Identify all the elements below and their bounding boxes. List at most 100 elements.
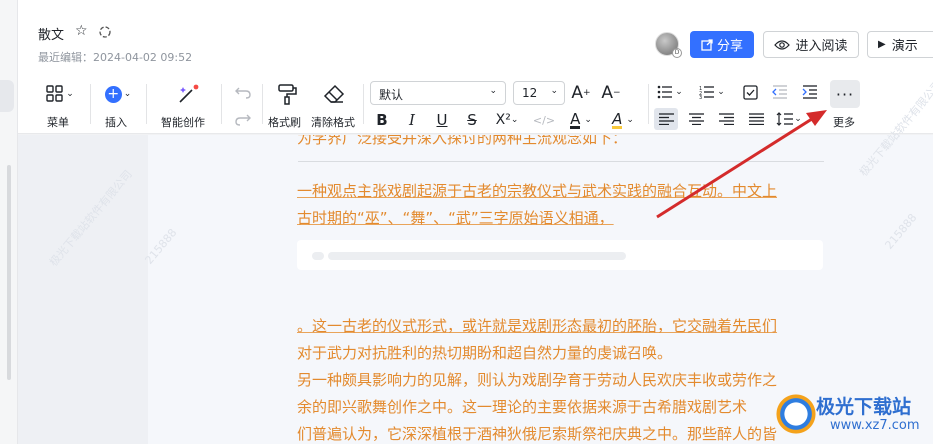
chevron-down-icon: ⌄ xyxy=(584,115,592,125)
checkbox-icon xyxy=(742,84,758,100)
left-sidebar-strip xyxy=(0,0,18,444)
loading-bar xyxy=(328,252,626,260)
chevron-down-icon: ⌄ xyxy=(550,86,558,96)
italic-button[interactable]: I xyxy=(404,110,420,130)
align-center-button[interactable] xyxy=(686,110,706,128)
undo-button[interactable] xyxy=(231,82,255,102)
align-center-icon xyxy=(688,113,704,125)
line-spacing-button[interactable]: ⌄ xyxy=(774,110,804,128)
paragraph-line[interactable]: 余的即兴歌舞创作之中。这一理论的主要依据来源于古希腊戏剧艺术 xyxy=(297,396,747,418)
chevron-down-icon: ⌄ xyxy=(675,87,683,97)
undo-icon xyxy=(235,87,251,99)
font-family-value: 默认 xyxy=(379,88,404,102)
align-right-button[interactable] xyxy=(716,110,736,128)
present-label: 演示 xyxy=(891,39,918,54)
underline-button[interactable]: U xyxy=(434,110,450,130)
site-logo-icon xyxy=(776,394,816,434)
outdent-button[interactable] xyxy=(770,82,790,102)
clear-format-label: 清除格式 xyxy=(311,116,355,129)
font-color-button[interactable]: A ⌄ xyxy=(564,110,598,130)
justify-button[interactable] xyxy=(746,110,766,128)
sidebar-scrollbar[interactable] xyxy=(7,165,11,380)
chevron-down-icon: ⌄ xyxy=(510,115,519,125)
redo-button[interactable] xyxy=(231,109,255,129)
justify-icon xyxy=(748,113,764,125)
inline-code-button[interactable]: </> xyxy=(532,110,556,130)
indent-button[interactable] xyxy=(800,82,820,102)
font-size-value: 12 xyxy=(522,86,538,100)
star-icon[interactable]: ☆ xyxy=(75,23,88,39)
more-label: 更多 xyxy=(833,116,855,129)
numbered-list-icon: 1 2 3 xyxy=(699,86,715,99)
eye-icon xyxy=(774,39,791,50)
loading-bar xyxy=(312,252,324,260)
paragraph-line[interactable]: 古时期的“巫”、“舞”、“武”三字原始语义相通， xyxy=(297,207,614,229)
chevron-down-icon: ⌄ xyxy=(794,114,802,124)
site-logo-name: 极光下载站 xyxy=(816,396,912,418)
last-edited-time: 最近编辑：2024-04-02 09:52 xyxy=(38,51,193,64)
toolbar-divider xyxy=(221,84,222,124)
menu-label: 菜单 xyxy=(47,116,69,129)
strikethrough-button[interactable]: S xyxy=(464,110,480,130)
bold-button[interactable]: B xyxy=(374,110,390,130)
highlight-button[interactable]: A ⌄ xyxy=(606,110,640,130)
ai-create-button[interactable] xyxy=(173,82,203,106)
outdent-icon xyxy=(772,85,787,99)
menu-button[interactable]: ⌄ xyxy=(42,82,78,106)
share-label: 分享 xyxy=(716,39,743,54)
indent-icon xyxy=(802,85,817,99)
numbered-list-button[interactable]: 1 2 3 ⌄ xyxy=(698,82,726,102)
font-size-select[interactable]: 12 ⌄ xyxy=(513,81,565,105)
paragraph-line[interactable]: 对于武力对抗胜利的热切期盼和超自然力量的虔诚召唤。 xyxy=(297,342,672,364)
paragraph-line[interactable]: 们普遍认为，它深深植根于酒神狄俄尼索斯祭祀庆典之中。那些醉人的皆 xyxy=(297,423,777,444)
editor-toolbar: ⌄ 菜单 + ⌄ 插入 智能创作 格式刷 清除格式 默认 ⌄ 12 ⌄ A + … xyxy=(18,76,933,134)
font-family-select[interactable]: 默认 ⌄ xyxy=(370,81,506,105)
bullet-list-button[interactable]: ⌄ xyxy=(656,82,684,102)
share-button[interactable]: 分享 xyxy=(690,31,754,58)
toolbar-divider xyxy=(90,84,91,124)
insert-label: 插入 xyxy=(105,116,127,129)
toolbar-divider xyxy=(146,84,147,124)
svg-text:3: 3 xyxy=(699,95,702,99)
format-brush-label: 格式刷 xyxy=(268,116,301,129)
content-divider xyxy=(298,161,824,162)
font-color-icon: A xyxy=(570,109,581,129)
more-dots-icon: ··· xyxy=(835,84,855,104)
align-right-icon xyxy=(718,113,734,125)
checklist-button[interactable] xyxy=(740,82,760,102)
align-left-icon xyxy=(658,113,674,125)
share-icon xyxy=(701,38,713,51)
site-logo: 极光下载站 www.xz7.com xyxy=(776,388,933,444)
bullet-list-icon xyxy=(657,85,673,99)
play-icon: ▶ xyxy=(878,39,886,50)
paragraph-line[interactable]: 一种观点主张戏剧起源于古老的宗教仪式与武术实践的融合互动。中文上 xyxy=(297,180,777,202)
superscript-button[interactable]: X² ⌄ xyxy=(492,110,522,130)
toolbar-divider xyxy=(648,84,649,124)
redo-icon xyxy=(235,114,251,126)
format-brush-button[interactable] xyxy=(274,82,300,106)
magic-wand-icon xyxy=(179,84,199,103)
more-button[interactable]: ··· xyxy=(830,80,860,108)
chevron-down-icon: ⌄ xyxy=(626,115,634,125)
doc-title[interactable]: 散文 xyxy=(38,24,64,43)
avatar-badge: D xyxy=(672,48,682,58)
superscript-label: X² xyxy=(495,112,511,128)
insert-button[interactable]: + ⌄ xyxy=(100,82,136,106)
clear-format-button[interactable] xyxy=(320,82,348,106)
align-left-button[interactable] xyxy=(656,110,676,128)
sidebar-selected-item[interactable] xyxy=(0,80,14,112)
paragraph-line[interactable]: 。这一古老的仪式形式，或许就是戏剧形态最初的胚胎，它交融着先民们 xyxy=(297,315,777,337)
read-mode-button[interactable]: 进入阅读 xyxy=(763,31,859,58)
paragraph-line[interactable]: 另一种颇具影响力的见解，则认为戏剧孕育于劳动人民欢庆丰收或劳作之 xyxy=(297,369,777,391)
increase-font-button[interactable]: A + xyxy=(570,82,592,104)
present-button[interactable]: ▶ 演示 xyxy=(867,31,933,58)
paint-roller-icon xyxy=(278,84,297,105)
chevron-down-icon: ⌄ xyxy=(66,89,74,99)
site-logo-url: www.xz7.com xyxy=(830,418,920,433)
ai-create-label: 智能创作 xyxy=(161,116,205,129)
toolbar-divider xyxy=(262,84,263,124)
app-window: 散文 ☆ 最近编辑：2024-04-02 09:52 D 分享 进入阅读 ▶ 演… xyxy=(0,0,933,444)
chevron-down-icon: ⌄ xyxy=(489,86,497,96)
decrease-font-button[interactable]: A − xyxy=(600,82,622,104)
eraser-icon xyxy=(323,84,345,103)
